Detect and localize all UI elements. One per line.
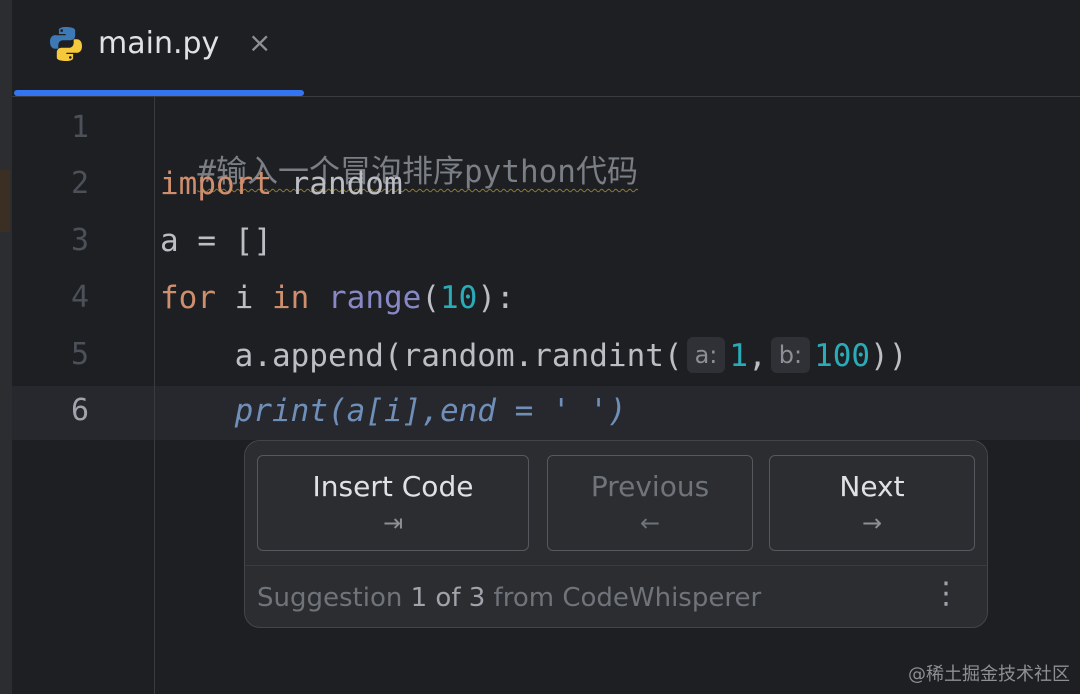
more-options-icon[interactable]: ⋮	[931, 579, 961, 609]
keyword-for: for	[160, 280, 216, 316]
active-tab-indicator	[14, 90, 304, 96]
next-label: Next	[839, 470, 905, 503]
next-button[interactable]: Next →	[769, 455, 975, 551]
param-hint-a: a:	[686, 337, 726, 373]
gutter-divider	[154, 97, 155, 694]
number-literal: 100	[814, 338, 871, 374]
code-text: ):	[477, 280, 515, 316]
previous-button[interactable]: Previous ←	[547, 455, 753, 551]
code-line-4[interactable]: for i in range(10):	[160, 280, 515, 316]
line-number: 4	[70, 280, 90, 315]
arrow-right-icon: →	[861, 509, 883, 537]
line-number-active: 6	[70, 393, 90, 428]
watermark: @稀土掘金技术社区	[908, 664, 1070, 685]
number-literal: 1	[729, 338, 749, 374]
insert-code-label: Insert Code	[312, 470, 474, 503]
codewhisperer-suggestion-popup: Insert Code ⇥ Previous ← Next → Suggesti…	[244, 440, 988, 628]
tab-main-py[interactable]: main.py ×	[12, 0, 304, 96]
arrow-left-icon: ←	[639, 509, 661, 537]
inline-suggestion-ghost-text: print(a[i],end = ' ')	[234, 393, 627, 429]
popup-actions: Insert Code ⇥ Previous ← Next →	[245, 441, 987, 566]
code-text: (	[421, 280, 440, 316]
code-line-5[interactable]: a.append(random.randint(a: 1, b: 100))	[160, 337, 907, 374]
code-line-6[interactable]: print(a[i],end = ' ')	[160, 393, 627, 429]
code-text: a.append(random.randint(	[234, 338, 683, 374]
line-number: 3	[70, 223, 90, 258]
status-suffix: from CodeWhisperer	[485, 583, 762, 613]
code-text: random	[271, 166, 403, 202]
code-text: i	[216, 280, 272, 316]
suggestion-index: 1 of 3	[410, 583, 486, 613]
code-line-3[interactable]: a = []	[160, 223, 272, 259]
line-number: 5	[70, 337, 90, 372]
previous-label: Previous	[590, 470, 710, 503]
left-tool-strip	[0, 0, 12, 694]
editor-tab-bar: main.py ×	[12, 0, 1080, 97]
tab-key-icon: ⇥	[382, 509, 404, 537]
close-icon[interactable]: ×	[248, 26, 271, 59]
code-line-2[interactable]: import random	[160, 166, 403, 202]
code-text: a = []	[160, 223, 272, 259]
keyword-in: in	[272, 280, 310, 316]
left-strip-marker	[0, 170, 10, 232]
line-number: 2	[70, 166, 90, 201]
insert-code-button[interactable]: Insert Code ⇥	[257, 455, 529, 551]
code-text: ))	[870, 338, 908, 374]
keyword-import: import	[160, 166, 272, 202]
status-prefix: Suggestion	[257, 583, 411, 613]
code-text: ,	[748, 338, 767, 374]
param-hint-b: b:	[770, 337, 811, 373]
tab-filename: main.py	[98, 26, 220, 61]
number-literal: 10	[440, 280, 478, 316]
line-number: 1	[70, 110, 90, 145]
python-icon	[50, 27, 82, 61]
builtin-range: range	[328, 280, 422, 316]
suggestion-status: Suggestion 1 of 3 from CodeWhisperer	[257, 583, 761, 613]
